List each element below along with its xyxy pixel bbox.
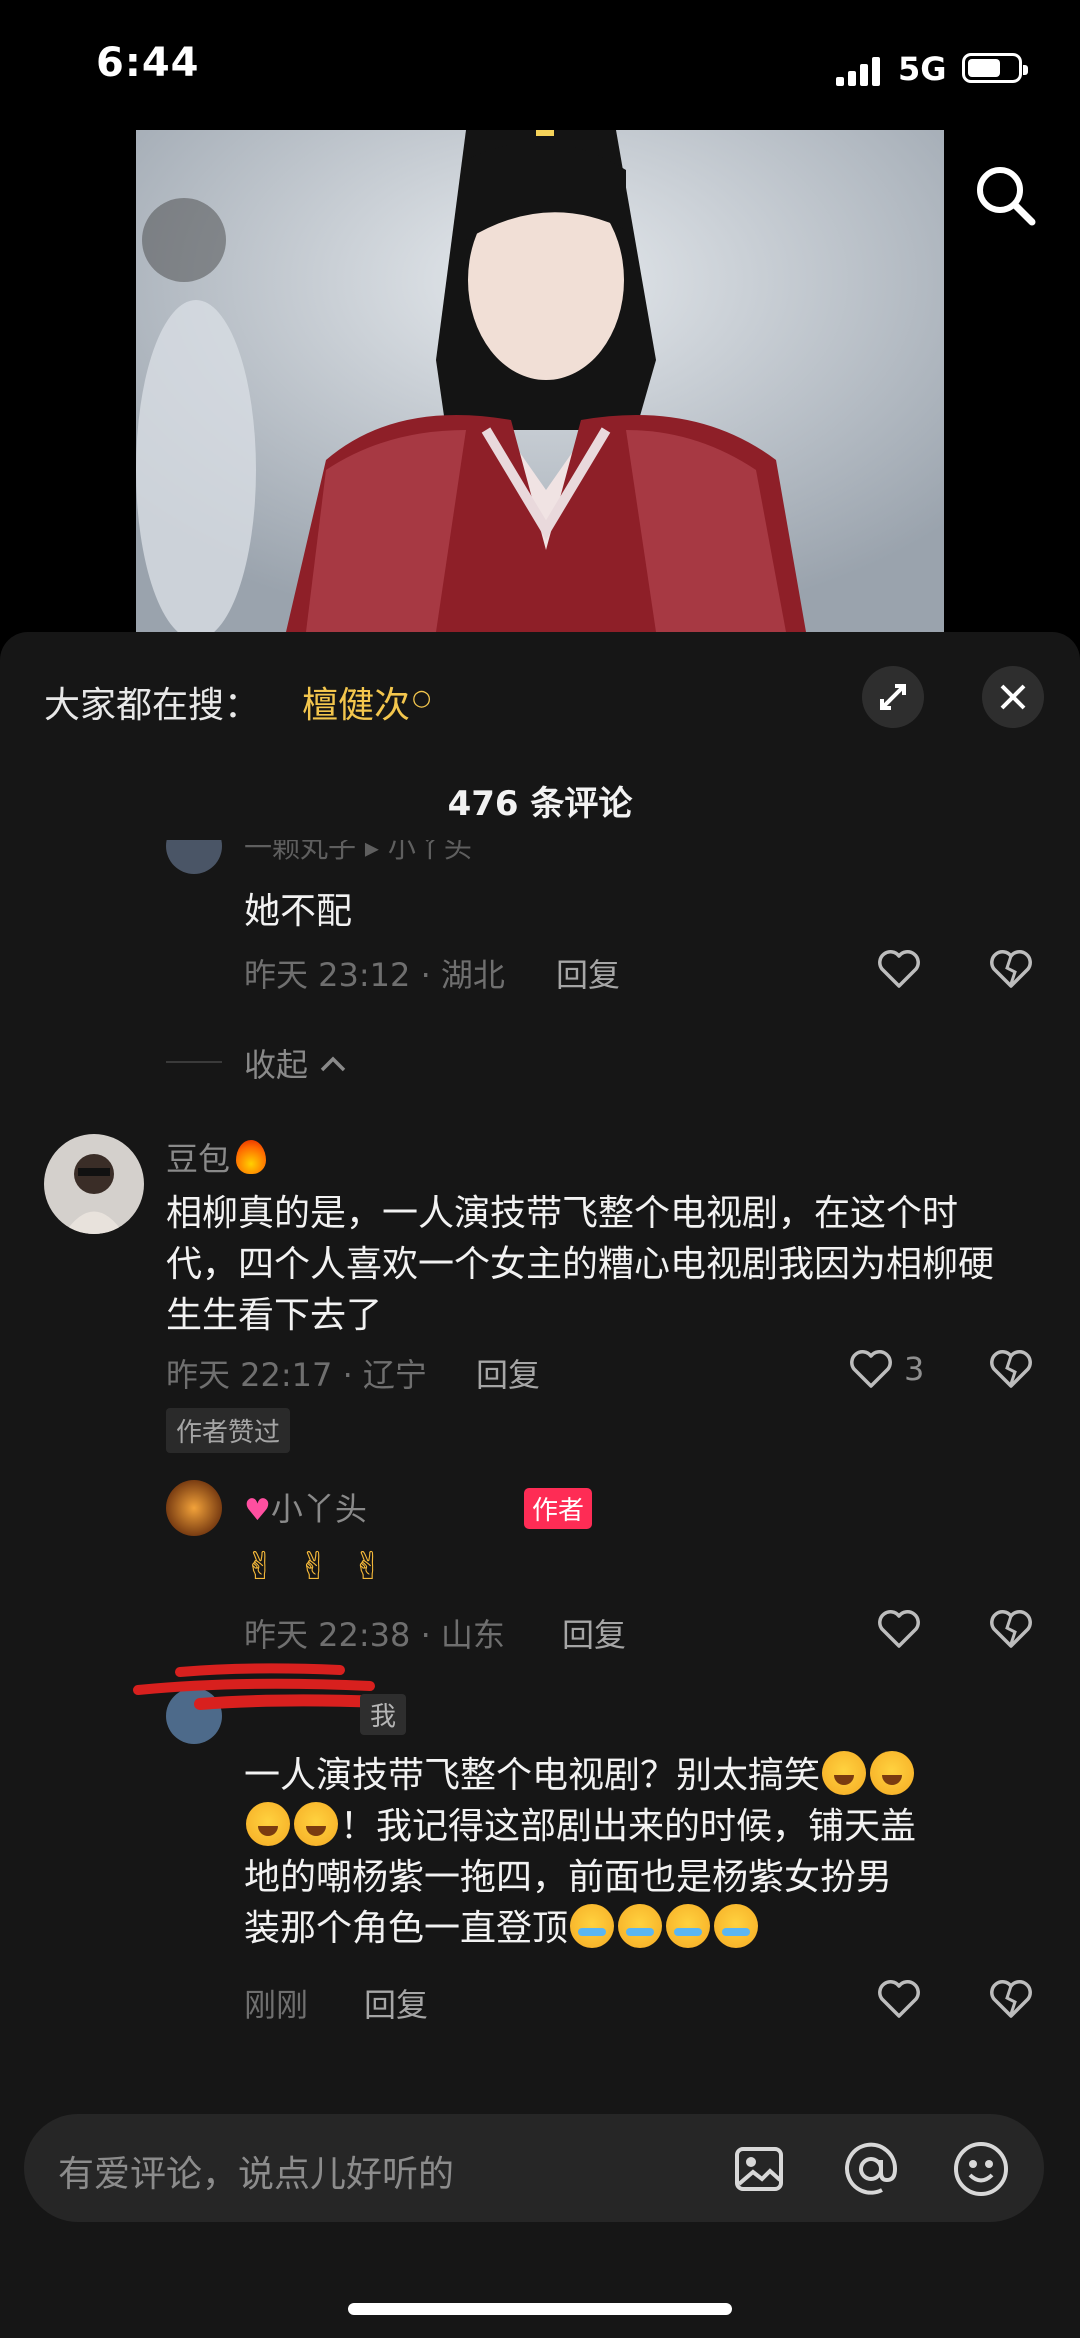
comment-text: 一人演技带飞整个电视剧？别太搞笑 ！我记得这部剧出来的时候，铺天盖 地的嘲杨紫一… <box>244 1750 1044 1954</box>
avatar[interactable] <box>166 1480 222 1536</box>
laugh-cry-emoji <box>246 1802 290 1846</box>
comment-text: 相柳真的是，一人演技带飞整个电视剧，在这个时代，四个人喜欢一个女主的糟心电视剧我… <box>166 1193 995 1336</box>
dislike-broken-heart-icon[interactable] <box>988 948 1034 990</box>
comment-input-placeholder: 有爱评论，说点儿好听的 <box>58 2154 455 2195</box>
close-icon <box>1000 684 1026 710</box>
crying-emoji <box>618 1904 663 1948</box>
finger-heart-emojis: ✌ ✌ ✌ <box>244 1544 384 1588</box>
dislike-broken-heart-icon[interactable] <box>988 1978 1034 2020</box>
close-button[interactable] <box>982 666 1044 728</box>
battery-icon <box>962 53 1028 83</box>
laugh-cry-emoji <box>870 1751 915 1795</box>
avatar[interactable] <box>44 1134 144 1234</box>
like-heart-icon[interactable] <box>876 1978 922 2020</box>
collapse-button[interactable]: 收起 <box>244 1040 348 1086</box>
redaction-scribble <box>133 1663 386 1710</box>
dislike-broken-heart-icon[interactable] <box>988 1608 1034 1650</box>
author-liked-badge: 作者赞过 <box>166 1408 291 1453</box>
reply-button[interactable]: 回复 <box>556 950 620 996</box>
hearts-icon: ♥ <box>244 1493 271 1528</box>
status-time: 6:44 <box>96 40 200 86</box>
comment-meta: 刚刚 <box>244 1986 309 2024</box>
expand-icon <box>880 684 906 710</box>
fire-icon <box>236 1140 267 1174</box>
home-indicator[interactable] <box>348 2303 732 2315</box>
crying-emoji <box>570 1904 615 1948</box>
dislike-broken-heart-icon[interactable] <box>988 1348 1034 1390</box>
image-icon[interactable] <box>734 2144 784 2198</box>
reply-username[interactable]: 一颗丸子 ▸ 小丫头 <box>244 840 472 866</box>
finger-heart-icon: ✌ <box>244 1544 276 1588</box>
me-badge: 我 <box>360 1694 407 1735</box>
like-heart-icon[interactable] <box>876 1608 922 1650</box>
emoji-icon[interactable] <box>952 2140 1010 2202</box>
avatar[interactable] <box>166 840 222 874</box>
reply-button[interactable]: 回复 <box>562 1610 626 1656</box>
mention-icon[interactable] <box>842 2140 900 2202</box>
like-count: 3 <box>904 1350 925 1388</box>
like-heart-icon[interactable] <box>848 1348 894 1390</box>
reply-button[interactable]: 回复 <box>364 1980 428 2026</box>
reply-username[interactable]: ♥小丫头 <box>244 1484 367 1530</box>
comment-meta: 昨天 22:38 · 山东 <box>244 1616 505 1654</box>
search-icon[interactable] <box>970 160 1040 230</box>
expand-button[interactable] <box>862 666 924 728</box>
collapse-divider <box>166 1061 222 1063</box>
trending-term-link[interactable]: 檀健次○ <box>302 676 431 728</box>
author-badge: 作者 <box>524 1488 593 1529</box>
finger-heart-icon: ✌ <box>351 1544 384 1588</box>
finger-heart-icon: ✌ <box>297 1544 330 1588</box>
like-heart-icon[interactable] <box>876 948 922 990</box>
comment-list[interactable]: 一颗丸子 ▸ 小丫头 她不配 昨天 23:12 · 湖北 回复 收起 豆包 相柳… <box>0 840 1080 2050</box>
small-search-icon: ○ <box>412 686 432 711</box>
comment-count: 476 条评论 <box>447 784 633 824</box>
comment-meta: 昨天 23:12 · 湖北 <box>244 956 505 994</box>
chevron-up-icon <box>320 1056 346 1072</box>
reply-button[interactable]: 回复 <box>476 1350 540 1396</box>
trending-term-text: 檀健次 <box>302 685 411 726</box>
comment-meta: 昨天 22:17 · 辽宁 <box>166 1356 427 1394</box>
crying-emoji <box>666 1904 711 1948</box>
trending-label: 大家都在搜： <box>44 685 261 726</box>
crying-emoji <box>714 1904 759 1948</box>
laugh-cry-emoji <box>294 1802 338 1846</box>
comment-username[interactable]: 豆包 <box>166 1134 267 1180</box>
video-preview[interactable] <box>136 130 944 632</box>
laugh-cry-emoji <box>822 1751 867 1795</box>
network-type: 5G <box>898 50 947 88</box>
signal-icon <box>836 56 880 86</box>
comment-text: 她不配 <box>244 891 353 932</box>
collapse-label: 收起 <box>244 1046 309 1084</box>
video-frame-image <box>136 130 944 632</box>
